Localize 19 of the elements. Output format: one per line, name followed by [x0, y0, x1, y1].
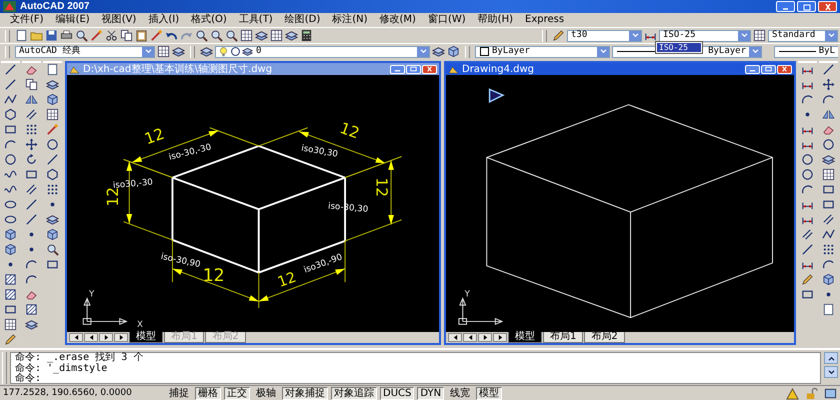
dimension-note: iso30,30: [300, 144, 339, 160]
dimension-value: 12: [104, 187, 122, 207]
dimension-value: 12: [372, 177, 391, 197]
axis-label: Y: [89, 290, 94, 300]
axis-label: Y: [464, 290, 470, 300]
dimension-note: iso-30,90: [160, 252, 202, 270]
command-line-text: 命令:: [15, 374, 42, 384]
drawing-title: D:\xh-cad整理\基本训练\轴测图尺寸.dwg: [83, 64, 272, 74]
command-line-text: 命令: _.erase 找到 3 个: [15, 353, 144, 363]
dimension-note: iso-30,30: [328, 202, 369, 215]
dimension-value: 12: [142, 124, 167, 148]
axis-label: X: [136, 320, 143, 330]
window-title: AutoCAD 2007: [20, 1, 90, 12]
coordinates-readout: 177.2528, 190.6560, 0.0000: [3, 388, 133, 398]
drawing-title: Drawing4.dwg: [462, 64, 534, 74]
command-line-text: 命令: '_dimstyle: [15, 364, 108, 374]
dimension-value: 12: [276, 270, 298, 291]
dimension-value: 12: [202, 266, 225, 286]
dimension-value: 12: [337, 118, 362, 142]
